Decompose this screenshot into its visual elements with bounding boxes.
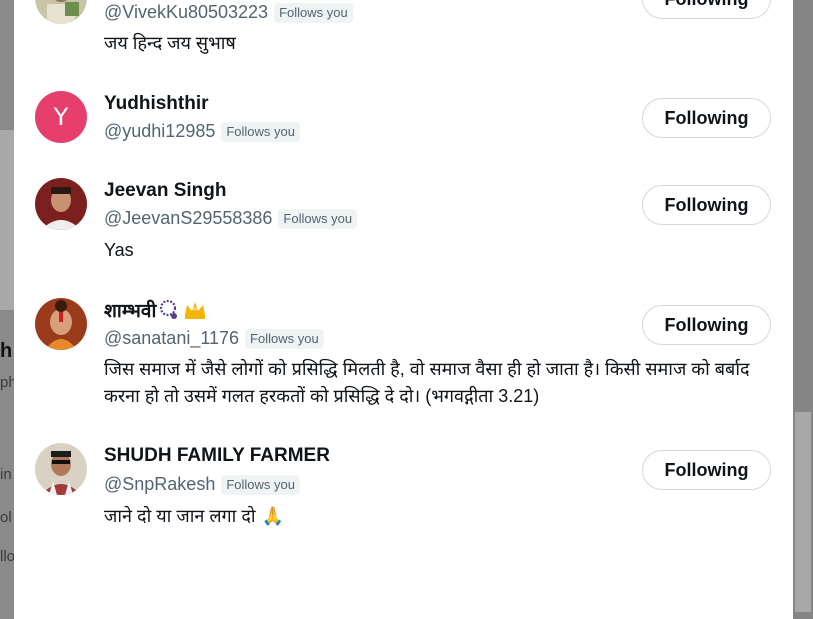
handle-line: @JeevanS29558386 Follows you — [104, 208, 358, 229]
following-button[interactable]: Following — [642, 185, 771, 225]
handle-line: @yudhi12985 Follows you — [104, 121, 300, 142]
user-bio: जिस समाज में जैसे लोगों को प्रसिद्धि मिल… — [104, 359, 750, 406]
avatar[interactable]: Y — [35, 91, 87, 143]
avatar[interactable] — [35, 178, 87, 230]
user-name[interactable]: SHUDH FAMILY FARMER — [104, 445, 330, 467]
avatar-letter: Y — [53, 103, 69, 131]
name-line: SHUDH FAMILY FARMER — [104, 445, 330, 467]
following-button[interactable]: Following — [642, 0, 771, 19]
following-button[interactable]: Following — [642, 98, 771, 138]
follows-you-badge: Follows you — [221, 121, 300, 142]
user-bio: जाने दो या जान लगा दो — [104, 506, 256, 526]
user-bio-line: जाने दो या जान लगा दो 🙏 — [104, 503, 780, 530]
user-handle[interactable]: @JeevanS29558386 — [104, 208, 272, 229]
follows-you-badge: Follows you — [278, 208, 358, 229]
name-line: शाम्भवी — [104, 297, 208, 323]
background-card — [0, 130, 14, 310]
handle-line: @SnpRakesh Follows you — [104, 474, 300, 495]
user-name[interactable]: Yudhishthir — [104, 93, 209, 115]
user-row[interactable]: Y Yudhishthir @yudhi12985 Follows you Fo… — [14, 80, 793, 165]
avatar[interactable] — [35, 443, 87, 495]
following-button[interactable]: Following — [642, 305, 771, 345]
user-handle[interactable]: @sanatani_1176 — [104, 328, 239, 349]
user-name[interactable]: Jeevan Singh — [104, 180, 227, 202]
following-button[interactable]: Following — [642, 450, 771, 490]
name-line: Jeevan Singh — [104, 180, 227, 202]
background-page: h ph in ol llo — [0, 0, 14, 619]
user-row[interactable]: @VivekKu80503223 Follows you जय हिन्द जय… — [14, 0, 793, 80]
prayer-beads-icon — [158, 299, 180, 321]
handle-line: @VivekKu80503223 Follows you — [104, 2, 353, 23]
user-handle[interactable]: @SnpRakesh — [104, 474, 215, 495]
user-name[interactable]: शाम्भवी — [104, 297, 156, 323]
scrollbar-thumb[interactable] — [795, 412, 811, 612]
avatar[interactable] — [35, 0, 87, 24]
followers-list-panel: @VivekKu80503223 Follows you जय हिन्द जय… — [14, 0, 793, 619]
user-bio: Yas — [104, 240, 134, 260]
crown-icon — [182, 299, 208, 321]
handle-line: @sanatani_1176 Follows you — [104, 328, 324, 349]
background-text: ol — [0, 509, 12, 526]
user-handle[interactable]: @yudhi12985 — [104, 121, 215, 142]
follows-you-badge: Follows you — [221, 474, 300, 495]
user-bio: जय हिन्द जय सुभाष — [104, 33, 236, 53]
background-text: h — [0, 340, 13, 362]
folded-hands-icon: 🙏 — [261, 506, 284, 527]
name-line: Yudhishthir — [104, 93, 209, 115]
user-row[interactable]: शाम्भवी @sanatani_1176 Follows you जिस स… — [14, 280, 793, 430]
follows-you-badge: Follows you — [274, 2, 353, 23]
follows-you-badge: Follows you — [245, 328, 324, 349]
background-text: in — [0, 466, 12, 483]
user-handle[interactable]: @VivekKu80503223 — [104, 2, 268, 23]
user-row[interactable]: Jeevan Singh @JeevanS29558386 Follows yo… — [14, 165, 793, 280]
background-text: llo — [0, 548, 14, 565]
user-row[interactable]: SHUDH FAMILY FARMER @SnpRakesh Follows y… — [14, 430, 793, 550]
background-text: ph — [0, 374, 14, 391]
avatar[interactable] — [35, 298, 87, 350]
